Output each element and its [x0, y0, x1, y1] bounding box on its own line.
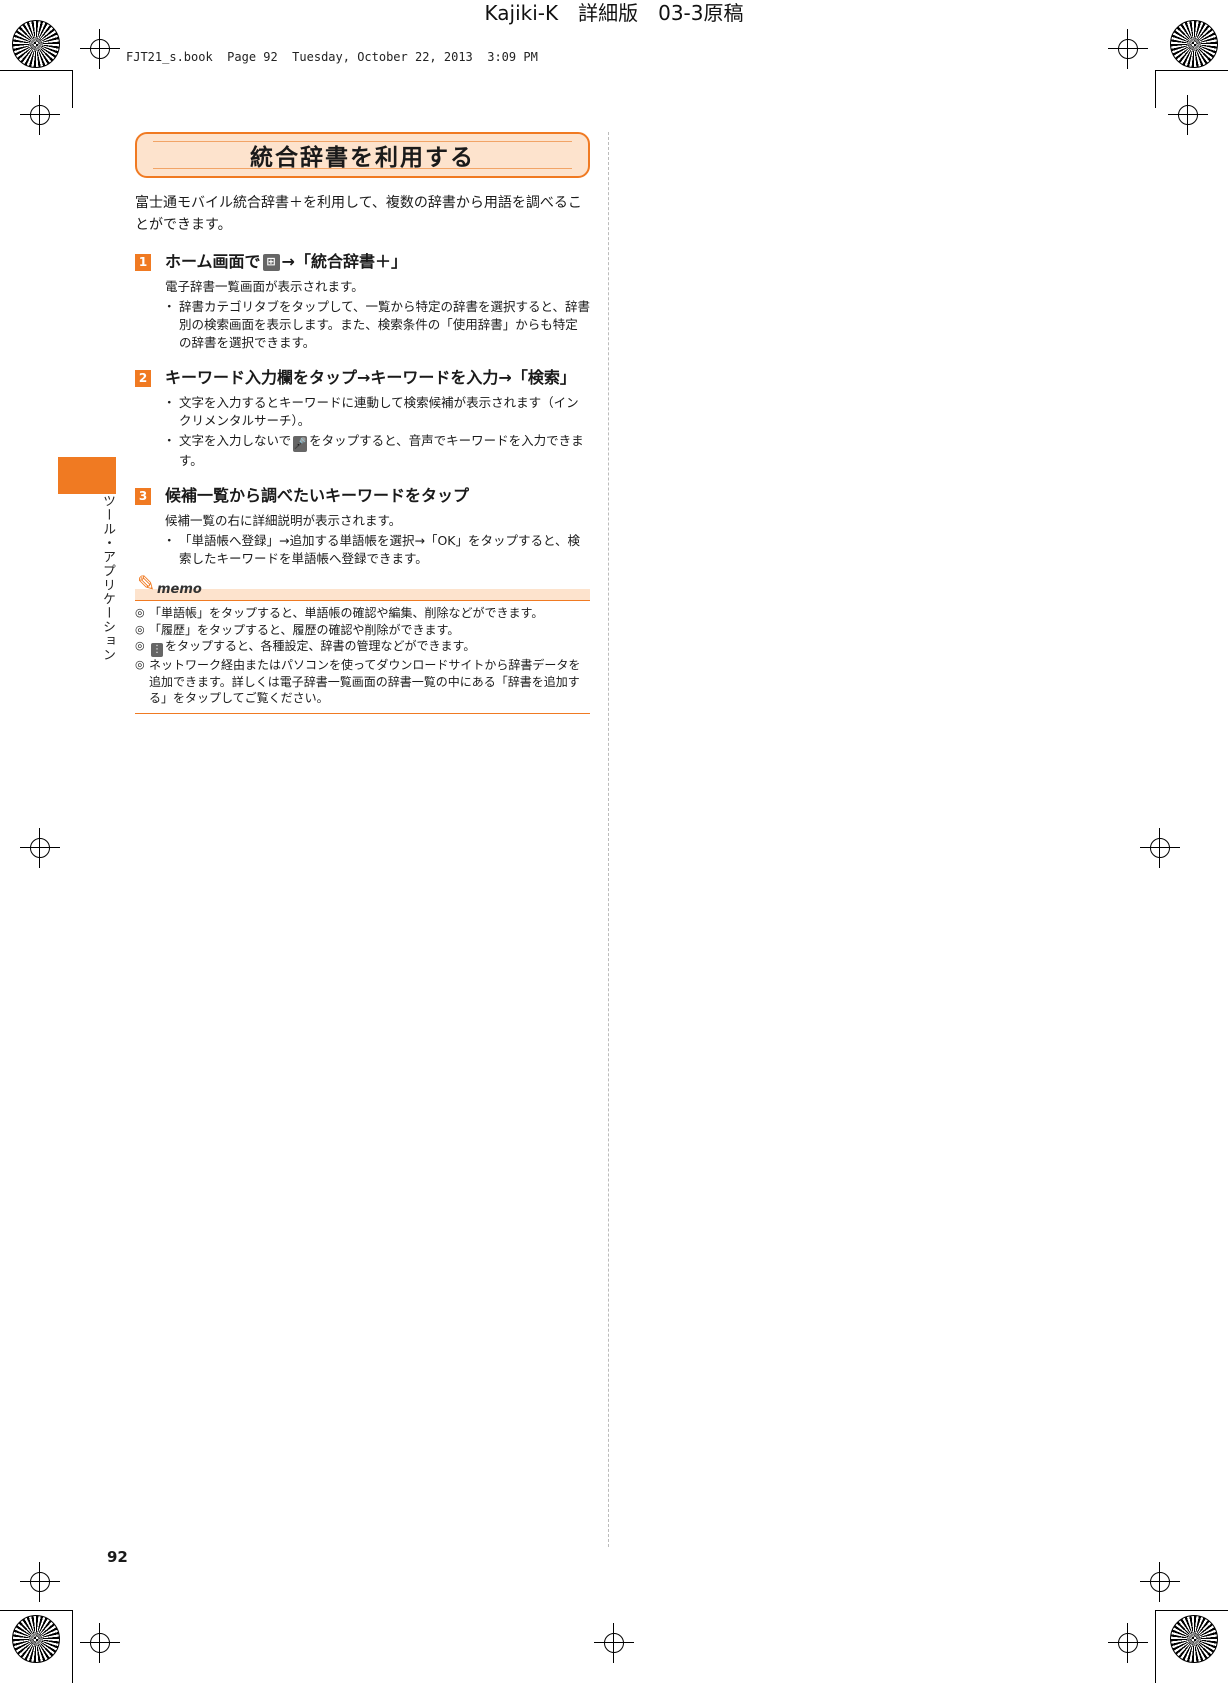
- step-2: 2 キーワード入力欄をタップ→キーワードを入力→「検索」 文字を入力するとキーワ…: [135, 366, 590, 470]
- crosshair-mark-bottom-center: [594, 1623, 634, 1663]
- microphone-icon: 🎤: [293, 436, 308, 452]
- step-1-heading: 1 ホーム画面で ⊞ →「統合辞書＋」: [135, 250, 590, 274]
- memo-item: ネットワーク経由またはパソコンを使ってダウンロードサイトから辞書データを追加でき…: [135, 657, 590, 707]
- crop-line: [0, 70, 72, 71]
- crop-line: [1155, 70, 1156, 108]
- registration-starburst-top-right: [1170, 20, 1218, 68]
- step-number: 3: [135, 487, 151, 505]
- page-number: 92: [107, 1548, 128, 1566]
- step-2-bullet: 文字を入力するとキーワードに連動して検索候補が表示されます（インクリメンタルサー…: [163, 394, 590, 430]
- step-3-body: 候補一覧の右に詳細説明が表示されます。 「単語帳へ登録」→追加する単語帳を選択→…: [163, 512, 590, 568]
- crosshair-mark-middle-right: [1140, 828, 1180, 868]
- memo-item: 「履歴」をタップすると、履歴の確認や削除ができます。: [135, 622, 590, 639]
- memo-item-menu-text: をタップすると、各種設定、辞書の管理などができます。: [165, 639, 476, 653]
- step-3: 3 候補一覧から調べたいキーワードをタップ 候補一覧の右に詳細説明が表示されます…: [135, 484, 590, 568]
- step-1-body: 電子辞書一覧画面が表示されます。 辞書カテゴリタブをタップして、一覧から特定の辞…: [163, 278, 590, 352]
- book-info-line: FJT21_s.book Page 92 Tuesday, October 22…: [126, 50, 538, 64]
- menu-icon: ⋮: [151, 643, 163, 658]
- crop-line: [1155, 1610, 1228, 1611]
- chapter-label: ツール・アプリケーション: [100, 494, 115, 662]
- memo-item-menu: ⋮をタップすると、各種設定、辞書の管理などができます。: [135, 638, 590, 658]
- crosshair-mark-top-right: [1108, 29, 1148, 69]
- crop-line: [72, 1610, 73, 1683]
- crosshair-mark-top-left: [80, 29, 120, 69]
- step-3-title: 候補一覧から調べたいキーワードをタップ: [165, 486, 470, 505]
- memo-label: memo: [157, 582, 202, 597]
- crop-line: [1155, 1610, 1156, 1683]
- column-divider: [608, 132, 609, 1547]
- crosshair-mark-lower-left: [20, 1562, 60, 1602]
- step-1-bullet: 辞書カテゴリタブをタップして、一覧から特定の辞書を選択すると、辞書別の検索画面を…: [163, 298, 590, 352]
- print-header-title: Kajiki-K 詳細版 03-3原稿: [484, 1, 744, 25]
- crosshair-mark-middle-left: [20, 828, 60, 868]
- step-2-bullet-voice: 文字を入力しないで🎤をタップすると、音声でキーワードを入力できます。: [163, 432, 590, 470]
- step-2-heading: 2 キーワード入力欄をタップ→キーワードを入力→「検索」: [135, 366, 590, 390]
- pencil-icon: ✎: [137, 572, 156, 597]
- step-2-title: キーワード入力欄をタップ→キーワードを入力→「検索」: [165, 368, 576, 387]
- step-3-heading: 3 候補一覧から調べたいキーワードをタップ: [135, 484, 590, 508]
- section-intro: 富士通モバイル統合辞書＋を利用して、複数の辞書から用語を調べることができます。: [135, 195, 582, 233]
- registration-starburst-top-left: [12, 20, 60, 68]
- crosshair-mark-upper-right: [1168, 95, 1208, 135]
- section-banner: 統合辞書を利用する: [135, 132, 590, 178]
- crop-line: [0, 1610, 72, 1611]
- step-1-description: 電子辞書一覧画面が表示されます。: [165, 279, 364, 294]
- memo-box: ✎ memo 「単語帳」をタップすると、単語帳の確認や編集、削除などができます。…: [135, 572, 590, 714]
- crop-line: [1155, 70, 1228, 71]
- crosshair-mark-bottom-left: [80, 1623, 120, 1663]
- main-content: 統合辞書を利用する 富士通モバイル統合辞書＋を利用して、複数の辞書から用語を調べ…: [135, 132, 590, 714]
- step-1: 1 ホーム画面で ⊞ →「統合辞書＋」 電子辞書一覧画面が表示されます。 辞書カ…: [135, 250, 590, 352]
- step-3-bullet: 「単語帳へ登録」→追加する単語帳を選択→「OK」をタップすると、検索したキーワー…: [163, 532, 590, 568]
- step-2-bullet-voice-start: 文字を入力しないで: [179, 433, 292, 448]
- memo-item: 「単語帳」をタップすると、単語帳の確認や編集、削除などができます。: [135, 605, 590, 622]
- crosshair-mark-bottom-right: [1108, 1623, 1148, 1663]
- memo-list: 「単語帳」をタップすると、単語帳の確認や編集、削除などができます。 「履歴」をタ…: [135, 605, 590, 714]
- step-3-description: 候補一覧の右に詳細説明が表示されます。: [165, 513, 402, 528]
- memo-header: ✎ memo: [135, 572, 590, 601]
- step-2-body: 文字を入力するとキーワードに連動して検索候補が表示されます（インクリメンタルサー…: [163, 394, 590, 470]
- step-1-title-end: →「統合辞書＋」: [281, 252, 407, 271]
- registration-starburst-bottom-left: [12, 1615, 60, 1663]
- step-number: 1: [135, 253, 151, 271]
- chapter-tab: [58, 457, 116, 494]
- crop-line: [72, 70, 73, 108]
- registration-starburst-bottom-right: [1170, 1615, 1218, 1663]
- section-title: 統合辞書を利用する: [250, 145, 475, 171]
- step-1-title-start: ホーム画面で: [165, 252, 261, 271]
- crosshair-mark-upper-left: [20, 95, 60, 135]
- grid-icon: ⊞: [262, 253, 280, 271]
- crosshair-mark-lower-right: [1140, 1562, 1180, 1602]
- step-number: 2: [135, 369, 151, 387]
